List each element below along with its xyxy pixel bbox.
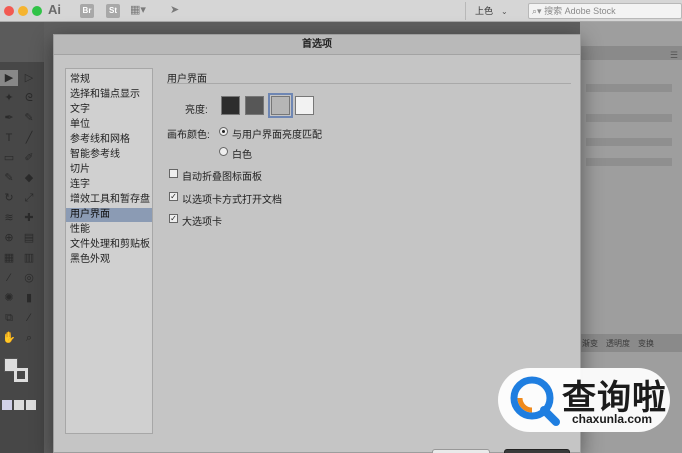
gradient-mode-icon[interactable] xyxy=(14,400,24,410)
send-icon[interactable]: ➤ xyxy=(170,3,179,16)
nav-item-guides-grid[interactable]: 参考线和网格 xyxy=(66,133,152,147)
workspace-select[interactable]: 上色 ⌄ xyxy=(475,4,508,17)
nav-item-plugins-scratch-disks[interactable]: 增效工具和暂存盘 xyxy=(66,193,152,207)
nav-item-performance[interactable]: 性能 xyxy=(66,223,152,237)
nav-item-slices[interactable]: 切片 xyxy=(66,163,152,177)
paintbrush-tool-icon[interactable]: ✐ xyxy=(20,150,38,166)
arrange-documents-icon[interactable]: ▦▾ xyxy=(130,3,146,16)
stock-icon[interactable]: St xyxy=(106,4,120,18)
lasso-tool-icon[interactable]: ᘓ xyxy=(20,90,38,106)
puppet-warp-tool-icon[interactable]: ✚ xyxy=(20,210,38,226)
nav-item-black-appearance[interactable]: 黑色外观 xyxy=(66,253,152,267)
canvas-color-white-radio[interactable] xyxy=(219,147,228,156)
auto-collapse-icon-panels-label: 自动折叠图标面板 xyxy=(182,172,262,183)
large-tabs-checkbox[interactable]: ✓ xyxy=(169,214,178,223)
zoom-window-button[interactable] xyxy=(32,6,42,16)
canvas-color-label: 画布颜色: xyxy=(167,130,210,141)
app-bar: Ai Br St ▦▾ ➤ 上色 ⌄ ⌕▾ 搜索 Adobe Stock xyxy=(0,0,682,22)
brightness-swatch-dark[interactable] xyxy=(221,96,240,115)
zoom-tool-icon[interactable]: ⌕ xyxy=(20,330,38,346)
panel-row xyxy=(586,158,672,166)
auto-collapse-icon-panels-checkbox[interactable] xyxy=(169,169,178,178)
minimize-window-button[interactable] xyxy=(18,6,28,16)
search-icon: ⌕▾ xyxy=(532,6,542,16)
nav-item-units[interactable]: 单位 xyxy=(66,118,152,132)
direct-selection-tool-icon[interactable]: ▷ xyxy=(20,70,38,86)
eraser-tool-icon[interactable]: ◆ xyxy=(20,170,38,186)
open-documents-as-tabs-checkbox[interactable]: ✓ xyxy=(169,192,178,201)
symbol-sprayer-tool-icon[interactable]: ✺ xyxy=(0,290,18,306)
tab-gradient[interactable]: 渐变 xyxy=(582,338,598,349)
stock-search-input[interactable]: ⌕▾ 搜索 Adobe Stock xyxy=(528,3,682,19)
rectangle-tool-icon[interactable]: ▭ xyxy=(0,150,18,166)
magnifier-logo-icon xyxy=(510,376,560,426)
panel-row xyxy=(586,138,672,146)
bridge-icon[interactable]: Br xyxy=(80,4,94,18)
canvas-color-match-radio[interactable] xyxy=(219,127,228,136)
close-window-button[interactable] xyxy=(4,6,14,16)
cancel-button[interactable] xyxy=(432,449,490,453)
panel-row xyxy=(586,114,672,122)
gradient-tool-icon[interactable]: ▥ xyxy=(20,250,38,266)
watermark-logo: 查询啦 chaxunla.com xyxy=(498,368,670,432)
eyedropper-tool-icon[interactable]: ⁄ xyxy=(0,270,18,286)
ok-button[interactable] xyxy=(504,449,570,453)
illustrator-logo: Ai xyxy=(48,2,61,17)
nav-item-file-handling-clipboard[interactable]: 文件处理和剪贴板 xyxy=(66,238,152,252)
tools-panel-header xyxy=(0,22,44,62)
selection-tool-icon[interactable]: ▶ xyxy=(0,70,18,86)
nav-item-selection-anchor-display[interactable]: 选择和锚点显示 xyxy=(66,88,152,102)
mesh-tool-icon[interactable]: ▦ xyxy=(0,250,18,266)
brightness-swatch-medium-dark[interactable] xyxy=(245,96,264,115)
perspective-grid-tool-icon[interactable]: ▤ xyxy=(20,230,38,246)
canvas-color-white-label: 白色 xyxy=(232,150,252,161)
warp-tool-icon[interactable]: ≋ xyxy=(0,210,18,226)
bar-divider xyxy=(465,2,466,20)
panel-row xyxy=(586,84,672,92)
nav-item-smart-guides[interactable]: 智能参考线 xyxy=(66,148,152,162)
panel-header: ☰ xyxy=(580,46,682,60)
scale-tool-icon[interactable]: ⤢ xyxy=(20,190,38,206)
search-placeholder: 搜索 Adobe Stock xyxy=(544,6,616,16)
slice-tool-icon[interactable]: ⁄ xyxy=(20,310,38,326)
nav-item-user-interface[interactable]: 用户界面 xyxy=(66,208,152,222)
large-tabs-label: 大选项卡 xyxy=(182,217,222,228)
rotate-tool-icon[interactable]: ↻ xyxy=(0,190,18,206)
open-documents-as-tabs-label: 以选项卡方式打开文档 xyxy=(182,195,282,206)
artboard-tool-icon[interactable]: ⧉ xyxy=(0,310,18,326)
none-mode-icon[interactable] xyxy=(26,400,36,410)
column-graph-tool-icon[interactable]: ▮ xyxy=(20,290,38,306)
panel-tab-strip: 渐变 透明度 变换 xyxy=(580,334,682,352)
curvature-tool-icon[interactable]: ✎ xyxy=(20,110,38,126)
section-divider xyxy=(167,83,571,84)
nav-item-general[interactable]: 常规 xyxy=(66,73,152,87)
shape-builder-tool-icon[interactable]: ⊕ xyxy=(0,230,18,246)
dialog-title: 首选项 xyxy=(54,35,580,55)
blend-tool-icon[interactable]: ◎ xyxy=(20,270,38,286)
panel-menu-icon[interactable]: ☰ xyxy=(670,50,678,61)
brightness-label: 亮度: xyxy=(185,105,208,116)
canvas-color-match-label: 与用户界面亮度匹配 xyxy=(232,130,322,141)
brightness-swatch-light[interactable] xyxy=(295,96,314,115)
watermark-url: chaxunla.com xyxy=(572,412,653,426)
nav-item-hyphenation[interactable]: 连字 xyxy=(66,178,152,192)
chevron-down-icon: ⌄ xyxy=(501,7,508,16)
nav-item-type[interactable]: 文字 xyxy=(66,103,152,117)
tab-transform[interactable]: 变换 xyxy=(638,338,654,349)
preferences-nav: 常规 选择和锚点显示 文字 单位 参考线和网格 智能参考线 切片 连字 增效工具… xyxy=(65,68,153,434)
shaper-tool-icon[interactable]: ✎ xyxy=(0,170,18,186)
stroke-swatch[interactable] xyxy=(14,368,28,382)
color-mode-icon[interactable] xyxy=(2,400,12,410)
tab-transparency[interactable]: 透明度 xyxy=(606,338,630,349)
workspace-label: 上色 xyxy=(475,6,494,16)
type-tool-icon[interactable]: T xyxy=(0,130,18,146)
line-tool-icon[interactable]: ╱ xyxy=(20,130,38,146)
tools-panel: ▶ ▷ ✦ ᘓ ✒ ✎ T ╱ ▭ ✐ ✎ ◆ ↻ ⤢ ≋ ✚ ⊕ ▤ ▦ ▥ … xyxy=(0,62,44,453)
pen-tool-icon[interactable]: ✒ xyxy=(0,110,18,126)
brightness-swatch-medium-light[interactable] xyxy=(268,93,293,118)
magic-wand-tool-icon[interactable]: ✦ xyxy=(0,90,18,106)
hand-tool-icon[interactable]: ✋ xyxy=(0,330,18,346)
